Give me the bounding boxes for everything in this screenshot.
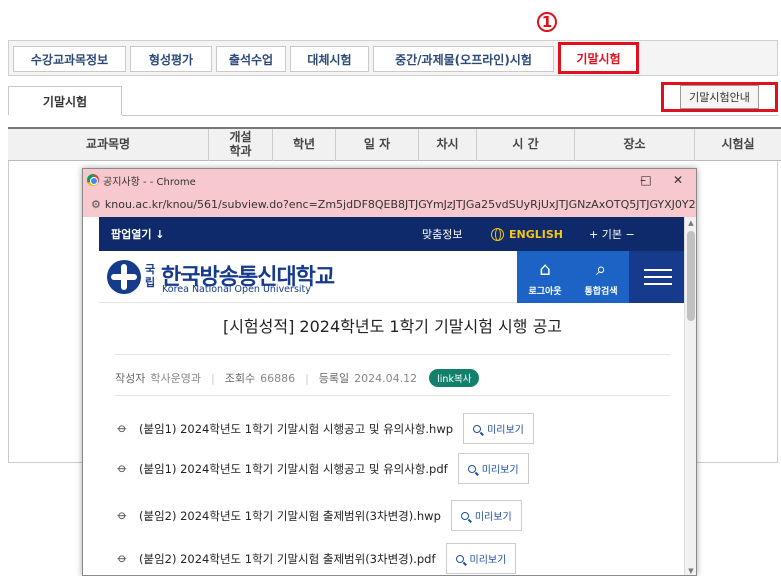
subtab-final-exam[interactable]: 기말시험 [8,86,122,116]
attachment-item: ⌀ (붙임1) 2024학년도 1학기 기말시험 시행공고 및 유의사항.pdf… [113,453,529,484]
date-value: 2024.04.12 [354,371,418,385]
author-value: 학사운영과 [150,372,201,385]
integrated-search-label: 통합검색 [584,287,618,297]
magnifier-icon [467,464,476,473]
preview-label: 미리보기 [474,512,512,523]
views-label: 조회수 [224,372,256,385]
logo-english-name: Korea National Open University [162,284,311,295]
lock-icon: ⌂ [539,259,551,280]
tab-final-exam[interactable]: 기말시험 [558,42,639,74]
attachment-link[interactable]: (붙임1) 2024학년도 1학기 기말시험 시행공고 및 유의사항.hwp [139,421,453,437]
link-copy-button[interactable]: link복사 [429,369,480,387]
col-grade: 학년 [272,129,335,161]
close-icon[interactable]: ✕ [663,169,693,191]
attachment-link[interactable]: (붙임1) 2024학년도 1학기 기말시험 시행공고 및 유의사항.pdf [139,461,448,477]
attachment-link[interactable]: (붙임2) 2024학년도 1학기 기말시험 출제범위(3차변경).pdf [139,551,436,567]
attachment-link[interactable]: (붙임2) 2024학년도 1학기 기말시험 출제범위(3차변경).hwp [139,508,441,524]
notice-meta: 작성자 학사운영과 | 조회수 66886 | 등록일 2024.04.12 l… [115,369,480,387]
exam-schedule-table-header: 교과목명 개설 학과 학년 일 자 차시 시 간 장소 시험실 [8,127,781,161]
site-header: 국립 한국방송통신대학교 Korea National Open Univers… [99,251,686,303]
english-link[interactable]: ENGLISH [491,217,563,251]
paperclip-icon: ⌀ [113,420,131,437]
logout-button[interactable]: ⌂ 로그아웃 [517,251,573,303]
preview-label: 미리보기 [487,425,524,436]
chrome-icon [87,174,99,186]
preview-label: 미리보기 [481,465,519,476]
site-settings-icon[interactable]: ⚙ [91,198,101,211]
font-size-control[interactable]: + 기본 − [589,217,635,251]
globe-icon [491,227,504,241]
magnifier-icon [460,511,469,520]
col-period: 차시 [418,129,476,161]
scroll-thumb[interactable] [687,231,695,321]
preview-button[interactable]: 미리보기 [463,413,534,444]
date-label: 등록일 [318,372,350,385]
university-logo-icon[interactable] [107,260,141,294]
popup-titlebar[interactable]: 공지사항 - - Chrome – [83,169,696,191]
col-exam-room: 시험실 [694,129,781,161]
address-bar[interactable]: ⚙ knou.ac.kr/knou/561/subview.do?enc=Zm5… [83,191,696,217]
exam-tab-bar: 수강교과목정보 형성평가 출석수업 대체시험 중간/과제물(오프라인)시험 기말… [8,40,778,76]
col-location: 장소 [574,129,694,161]
preview-button[interactable]: 미리보기 [457,453,529,484]
preview-button[interactable]: 미리보기 [445,543,517,574]
col-time: 시 간 [476,129,574,161]
final-exam-guide-label: 기말시험안내 [680,85,759,109]
attachment-item: ⌀ (붙임2) 2024학년도 1학기 기말시험 출제범위(3차변경).pdf … [113,543,517,574]
popup-scrollbar[interactable]: ▲ ▼ [684,217,696,575]
paperclip-icon: ⌀ [113,507,131,524]
utility-bar: 팝업열기 ↓ 맞춤정보 ENGLISH + 기본 − [99,217,686,251]
views-value: 66886 [260,371,296,385]
col-course-name: 교과목명 [85,137,131,152]
subtab-divider [122,115,778,116]
tab-midterm-offline-exam[interactable]: 중간/과제물(오프라인)시험 [373,46,554,72]
divider [115,354,670,355]
custom-info-link[interactable]: 맞춤정보 [422,217,462,251]
attachment-item: ⌀ (붙임2) 2024학년도 1학기 기말시험 출제범위(3차변경).hwp … [113,500,522,531]
search-icon: ⌕ [595,259,607,280]
preview-label: 미리보기 [469,555,507,566]
author-label: 작성자 [115,372,146,385]
divider [115,395,670,396]
notice-popup-window[interactable]: 공지사항 - - Chrome – □ ✕ ⚙ knou.ac.kr/knou/… [82,168,697,576]
magnifier-icon [473,424,482,433]
screen: 1 2 수강교과목정보 형성평가 출석수업 대체시험 중간/과제물(오프라인)시… [0,0,781,576]
logout-label: 로그아웃 [528,287,562,297]
paperclip-icon: ⌀ [113,460,131,477]
notice-page: 팝업열기 ↓ 맞춤정보 ENGLISH + 기본 − 국립 한국방송통신대학교 … [83,217,686,575]
scroll-down-icon[interactable]: ▼ [685,565,696,575]
logo-guknip: 국립 [145,263,156,289]
final-exam-guide-button[interactable]: 기말시험안내 [661,82,778,112]
address-url: knou.ac.kr/knou/561/subview.do?enc=Zm5jd… [104,197,696,211]
tab-formative-eval[interactable]: 형성평가 [130,46,212,72]
attachment-item: ⌀ (붙임1) 2024학년도 1학기 기말시험 시행공고 및 유의사항.hwp… [113,413,534,444]
english-label: ENGLISH [509,227,563,241]
paperclip-icon: ⌀ [113,550,131,567]
preview-button[interactable]: 미리보기 [450,500,522,531]
menu-button[interactable] [629,251,686,303]
tab-alternative-exam[interactable]: 대체시험 [290,46,369,72]
magnifier-icon [455,554,464,563]
integrated-search-button[interactable]: ⌕ 통합검색 [573,251,629,303]
notice-title: [시험성적] 2024학년도 1학기 기말시험 시행 공고 [222,317,563,336]
tab-attendance-class[interactable]: 출석수업 [216,46,286,72]
annotation-marker-1: 1 [537,12,557,32]
tab-course-info[interactable]: 수강교과목정보 [13,46,126,72]
popup-window-title: 공지사항 - - Chrome [103,176,196,188]
maximize-icon[interactable]: □ [631,169,661,191]
col-department: 개설 학과 [208,129,272,161]
scroll-up-icon[interactable]: ▲ [685,217,696,229]
col-date: 일 자 [335,129,418,161]
popup-open-button[interactable]: 팝업열기 ↓ [111,217,165,251]
